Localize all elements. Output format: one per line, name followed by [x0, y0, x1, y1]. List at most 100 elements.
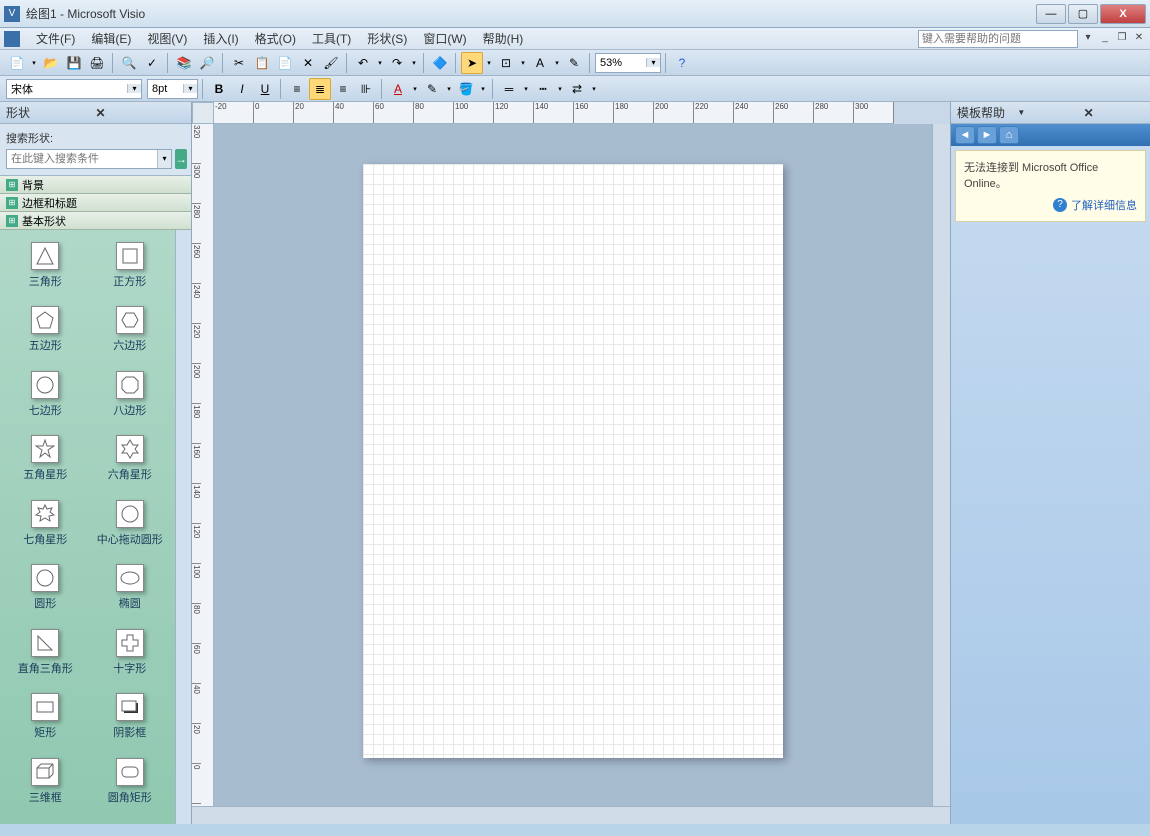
menu-shapes[interactable]: 形状(S)	[359, 28, 415, 49]
shapes-panel-close-icon[interactable]: ✕	[96, 106, 186, 120]
line-ends-button[interactable]: ⇄	[566, 78, 588, 100]
menu-edit[interactable]: 编辑(E)	[83, 28, 139, 49]
line-color-button[interactable]: ✎	[421, 78, 443, 100]
shape-circle[interactable]: 圆形	[4, 560, 87, 622]
help-home-button[interactable]: ⌂	[999, 126, 1019, 144]
fontsize-input[interactable]	[148, 80, 183, 98]
open-button[interactable]: 📂	[40, 52, 62, 74]
align-left-button[interactable]: ≡	[286, 78, 308, 100]
shape-ellipse[interactable]: 椭圆	[89, 560, 172, 622]
align-justify-button[interactable]: ⊪	[355, 78, 377, 100]
shape-search-input[interactable]	[7, 150, 157, 168]
mdi-close-button[interactable]: ✕	[1132, 32, 1146, 46]
zoom-dropdown-icon[interactable]: ▾	[646, 58, 660, 67]
fontsize-dropdown[interactable]: ▾	[147, 79, 198, 99]
shape-square[interactable]: 正方形	[89, 238, 172, 300]
minimize-button[interactable]: —	[1036, 4, 1066, 24]
shapes-scrollbar[interactable]	[175, 230, 191, 824]
stencil-background[interactable]: ⊞背景	[0, 176, 191, 194]
zoom-dropdown[interactable]: ▾	[595, 53, 661, 73]
stencil-basic-shapes[interactable]: ⊞基本形状	[0, 212, 191, 230]
menu-file[interactable]: 文件(F)	[28, 28, 83, 49]
new-dropdown-icon[interactable]: ▾	[29, 52, 39, 74]
mdi-minimize-button[interactable]: _	[1098, 32, 1112, 46]
shape-box3d[interactable]: 三维框	[4, 754, 87, 816]
connector-tool-button[interactable]: ⊡	[495, 52, 517, 74]
shape-rect[interactable]: 矩形	[4, 689, 87, 751]
help-button[interactable]: ?	[671, 52, 693, 74]
help-pane-close-icon[interactable]: ✕	[1084, 106, 1144, 120]
shape-star6[interactable]: 六角星形	[89, 431, 172, 493]
line-weight-button[interactable]: ═	[498, 78, 520, 100]
save-button[interactable]: 💾	[63, 52, 85, 74]
menu-insert[interactable]: 插入(I)	[195, 28, 246, 49]
menu-view[interactable]: 视图(V)	[139, 28, 195, 49]
research-button[interactable]: 📚	[173, 52, 195, 74]
fontsize-dropdown-icon[interactable]: ▾	[183, 84, 197, 93]
shape-star7[interactable]: 七角星形	[4, 496, 87, 558]
italic-button[interactable]: I	[231, 78, 253, 100]
shape-hexagon[interactable]: 六边形	[89, 302, 172, 364]
bold-button[interactable]: B	[208, 78, 230, 100]
underline-button[interactable]: U	[254, 78, 276, 100]
font-dropdown[interactable]: ▾	[6, 79, 142, 99]
help-search-input[interactable]	[918, 30, 1078, 48]
help-pane-menu-icon[interactable]: ▼	[1017, 108, 1077, 117]
shapes-window-button[interactable]: 🔷	[429, 52, 451, 74]
maximize-button[interactable]: ▢	[1068, 4, 1098, 24]
shape-rtriangle[interactable]: 直角三角形	[4, 625, 87, 687]
paste-button[interactable]: 📄	[274, 52, 296, 74]
line-ends-dropdown-icon[interactable]: ▾	[589, 78, 599, 100]
shape-triangle[interactable]: 三角形	[4, 238, 87, 300]
fill-color-dropdown-icon[interactable]: ▾	[478, 78, 488, 100]
shape-circle[interactable]: 中心拖动圆形	[89, 496, 172, 558]
line-color-dropdown-icon[interactable]: ▾	[444, 78, 454, 100]
help-back-button[interactable]: ◄	[955, 126, 975, 144]
copy-button[interactable]: 📋	[251, 52, 273, 74]
shape-search-dropdown-icon[interactable]: ▾	[157, 150, 171, 168]
print-button[interactable]: 🖨	[86, 52, 108, 74]
horizontal-scrollbar[interactable]	[192, 806, 950, 824]
canvas-viewport[interactable]	[214, 124, 932, 806]
font-input[interactable]	[7, 80, 127, 98]
spellcheck-button[interactable]: ✓	[141, 52, 163, 74]
line-pattern-button[interactable]: ┅	[532, 78, 554, 100]
redo-button[interactable]: ↷	[386, 52, 408, 74]
delete-button[interactable]: ✕	[297, 52, 319, 74]
line-weight-dropdown-icon[interactable]: ▾	[521, 78, 531, 100]
vertical-scrollbar[interactable]	[932, 124, 950, 806]
close-button[interactable]: X	[1100, 4, 1146, 24]
line-pattern-dropdown-icon[interactable]: ▾	[555, 78, 565, 100]
mdi-restore-button[interactable]: ❐	[1115, 32, 1129, 46]
new-button[interactable]: 📄	[6, 52, 28, 74]
shape-cross[interactable]: 十字形	[89, 625, 172, 687]
format-painter-button[interactable]: 🖌	[320, 52, 342, 74]
shape-pentagon[interactable]: 五边形	[4, 302, 87, 364]
redo-dropdown-icon[interactable]: ▾	[409, 52, 419, 74]
shape-octagon[interactable]: 八边形	[89, 367, 172, 429]
help-forward-button[interactable]: ►	[977, 126, 997, 144]
print-preview-button[interactable]: 🔍	[118, 52, 140, 74]
text-dropdown-icon[interactable]: ▾	[552, 52, 562, 74]
shape-search-go-button[interactable]: →	[175, 149, 187, 169]
help-dropdown-icon[interactable]: ▾	[1081, 32, 1095, 46]
text-tool-button[interactable]: A	[529, 52, 551, 74]
shape-star5[interactable]: 五角星形	[4, 431, 87, 493]
menu-window[interactable]: 窗口(W)	[415, 28, 474, 49]
help-details-link[interactable]: 了解详细信息	[964, 197, 1137, 213]
pointer-tool-button[interactable]: ➤	[461, 52, 483, 74]
align-right-button[interactable]: ≡	[332, 78, 354, 100]
cut-button[interactable]: ✂	[228, 52, 250, 74]
font-color-dropdown-icon[interactable]: ▾	[410, 78, 420, 100]
menu-format[interactable]: 格式(O)	[247, 28, 304, 49]
find-button[interactable]: 🔎	[196, 52, 218, 74]
shape-shadowbox[interactable]: 阴影框	[89, 689, 172, 751]
undo-dropdown-icon[interactable]: ▾	[375, 52, 385, 74]
undo-button[interactable]: ↶	[352, 52, 374, 74]
drawing-page[interactable]	[363, 164, 783, 758]
ink-tool-button[interactable]: ✎	[563, 52, 585, 74]
shape-roundrect[interactable]: 圆角矩形	[89, 754, 172, 816]
pointer-dropdown-icon[interactable]: ▾	[484, 52, 494, 74]
fill-color-button[interactable]: 🪣	[455, 78, 477, 100]
font-dropdown-icon[interactable]: ▾	[127, 84, 141, 93]
